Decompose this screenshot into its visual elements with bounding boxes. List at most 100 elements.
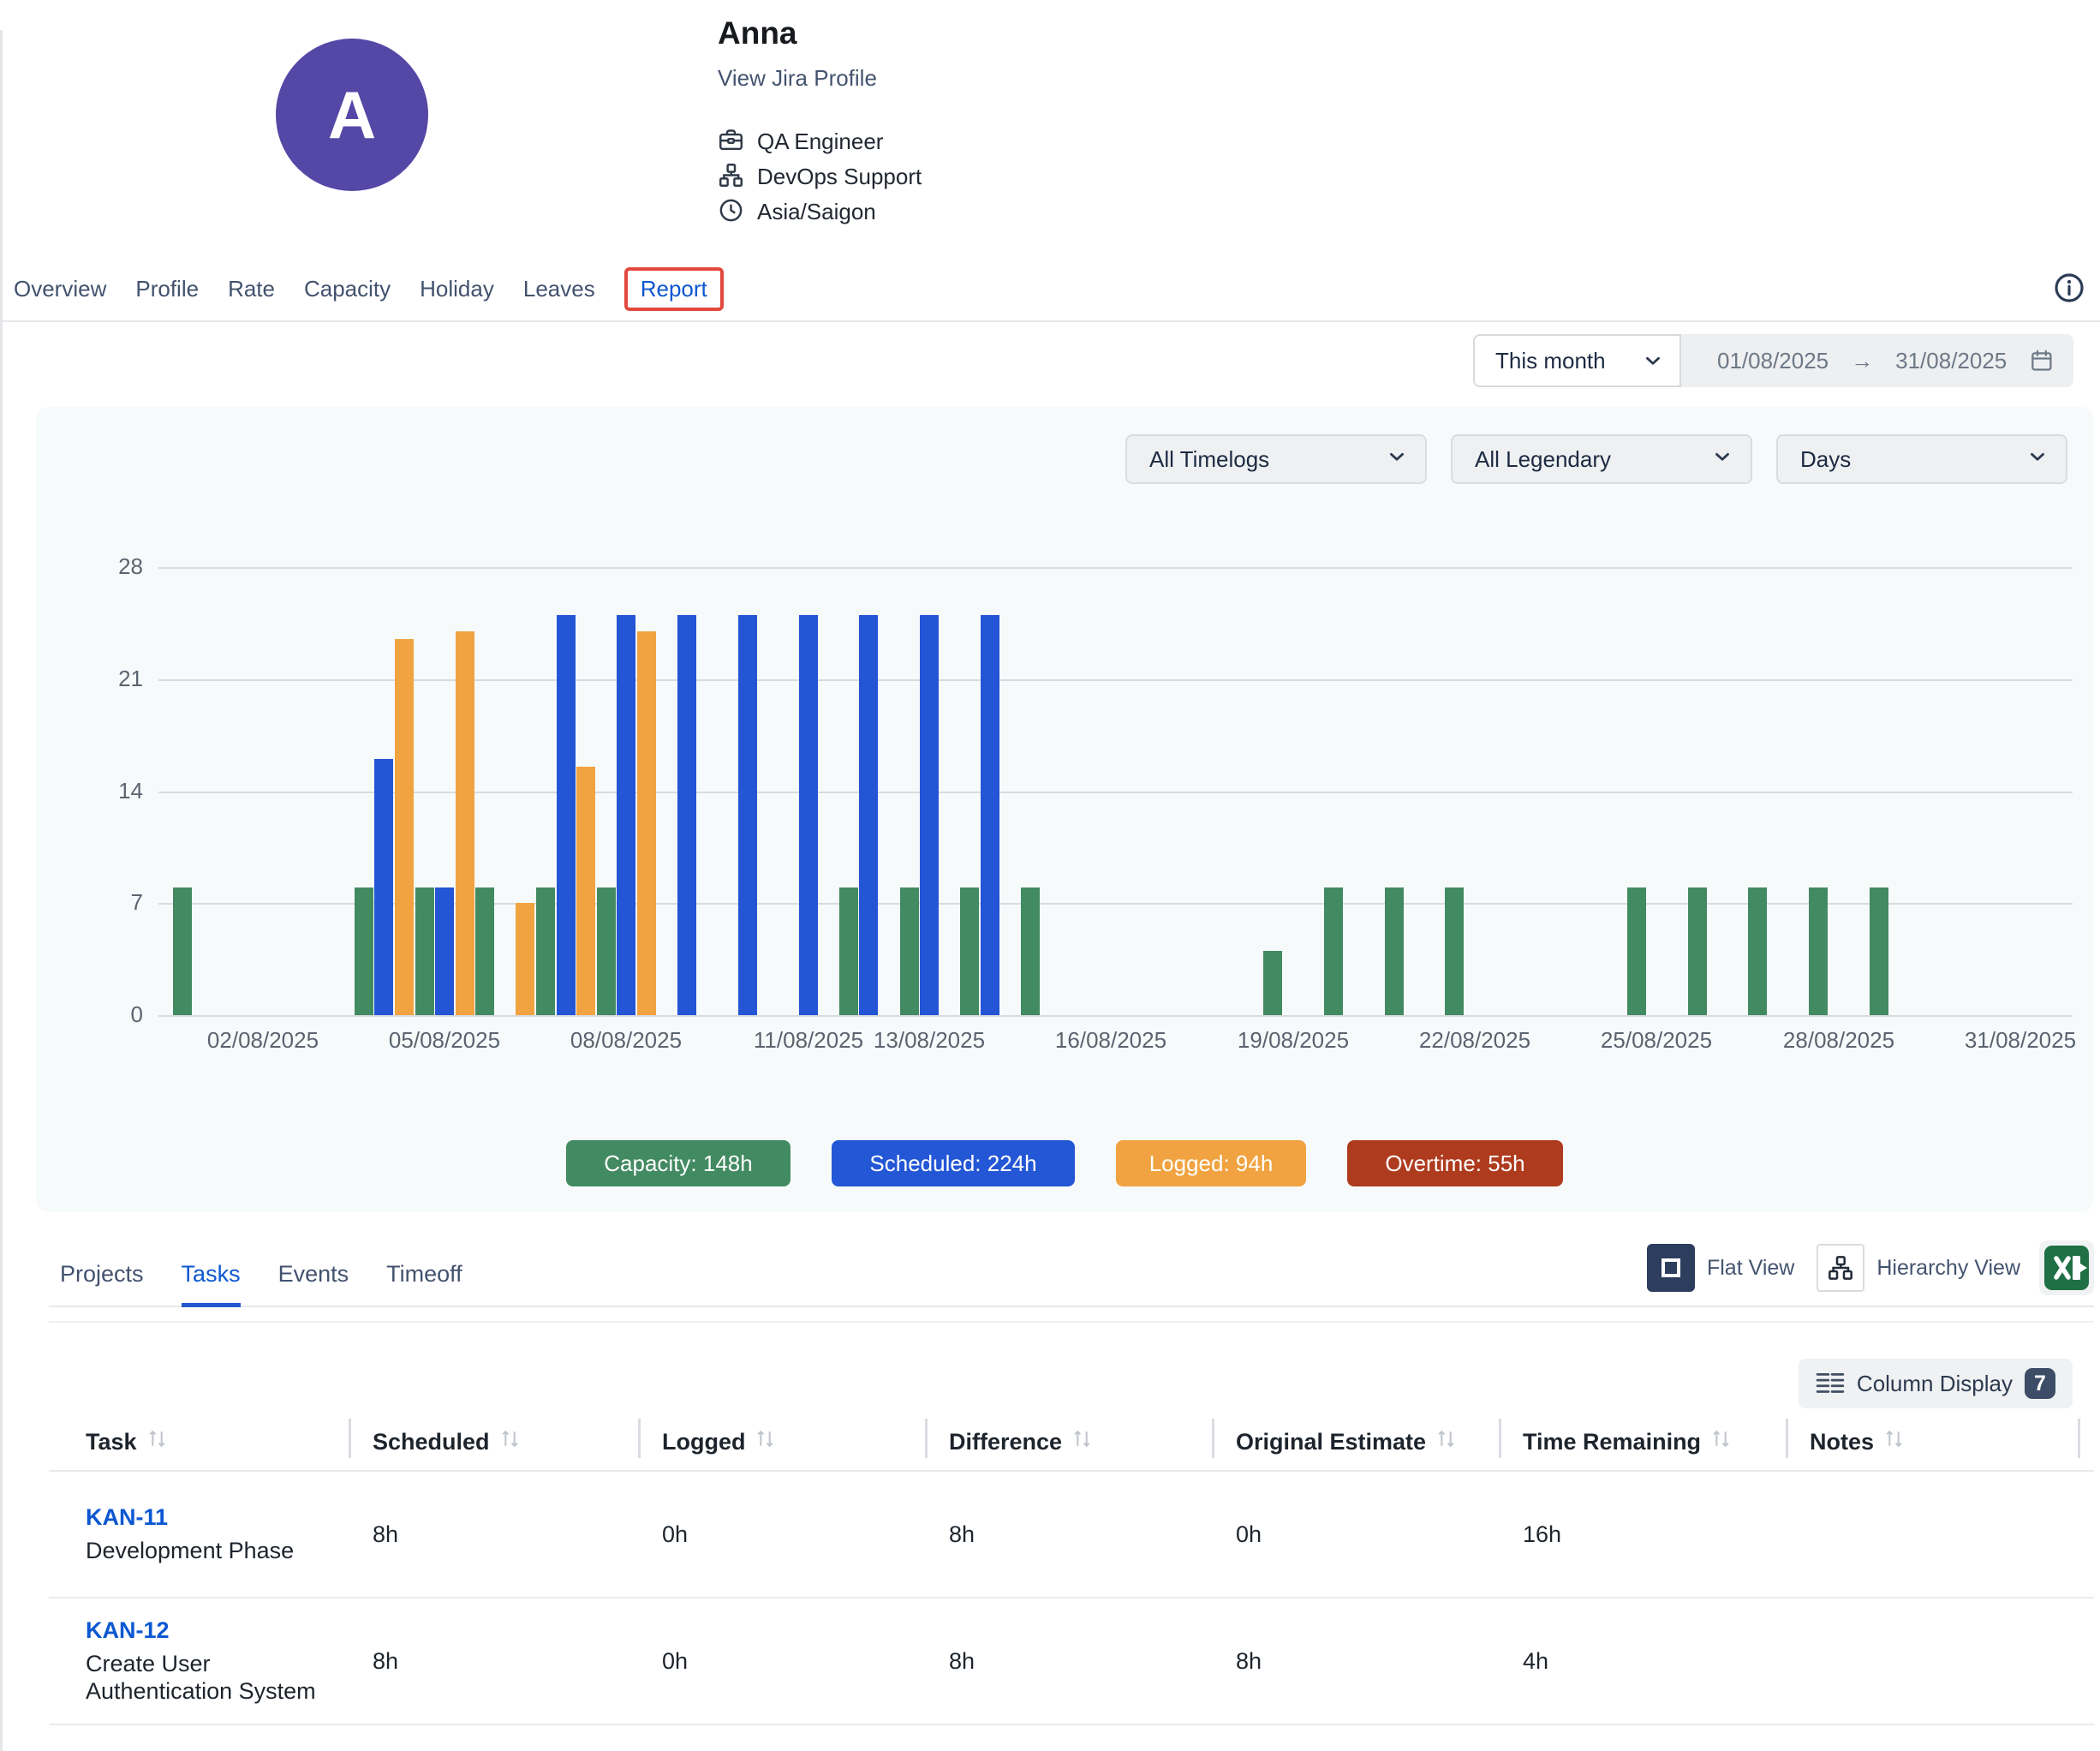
- date-preset-select[interactable]: This month: [1473, 334, 1681, 387]
- bar-scheduled-day14[interactable]: [981, 615, 999, 1015]
- nav-tab-bar: Overview Profile Rate Capacity Holiday Leaves…: [0, 257, 2100, 322]
- x-axis-label: 19/08/2025: [1220, 1027, 1366, 1054]
- date-range-input[interactable]: 01/08/2025 → 31/08/2025: [1681, 334, 2073, 387]
- tab-overview[interactable]: Overview: [14, 276, 106, 302]
- column-display-button[interactable]: Column Display 7: [1799, 1359, 2073, 1408]
- bar-scheduled-day5[interactable]: [435, 887, 454, 1015]
- sort-icon[interactable]: [755, 1427, 775, 1456]
- legend-capacity-button[interactable]: Capacity: 148h: [566, 1140, 790, 1186]
- x-axis-label: 02/08/2025: [190, 1027, 336, 1054]
- sort-icon[interactable]: [1072, 1427, 1092, 1456]
- original-estimate-cell: 0h: [1212, 1521, 1499, 1548]
- bar-capacity-day6[interactable]: [475, 887, 494, 1015]
- bar-capacity-day7[interactable]: [536, 887, 555, 1015]
- bar-capacity-day21[interactable]: [1385, 887, 1404, 1015]
- column-display-label: Column Display: [1857, 1371, 2013, 1397]
- column-header-notes[interactable]: Notes: [1786, 1413, 2082, 1470]
- legend-overtime-button[interactable]: Overtime: 55h: [1347, 1140, 1563, 1186]
- chart-filter-value: Days: [1800, 446, 1851, 473]
- tab-timeoff[interactable]: Timeoff: [386, 1261, 462, 1306]
- bar-capacity-day26[interactable]: [1688, 887, 1707, 1015]
- bar-logged-day4[interactable]: [395, 639, 414, 1015]
- y-axis-label: 21: [62, 666, 143, 692]
- original-estimate-cell: 8h: [1212, 1648, 1499, 1675]
- bar-logged-day7[interactable]: [576, 767, 595, 1015]
- bar-capacity-day15[interactable]: [1021, 887, 1040, 1015]
- bar-capacity-day12[interactable]: [839, 887, 858, 1015]
- chart-filter-days[interactable]: Days: [1776, 434, 2067, 484]
- y-axis-label: 7: [62, 889, 143, 916]
- x-axis-label: 31/08/2025: [1948, 1027, 2093, 1054]
- column-header-original-estimate[interactable]: Original Estimate: [1212, 1413, 1499, 1470]
- hierarchy-view-button[interactable]: [1817, 1244, 1864, 1292]
- y-axis-label: 14: [62, 778, 143, 804]
- bar-capacity-day27[interactable]: [1748, 887, 1767, 1015]
- bar-capacity-day14[interactable]: [960, 887, 979, 1015]
- bar-logged-day6[interactable]: [516, 903, 534, 1015]
- column-header-time-remaining[interactable]: Time Remaining: [1499, 1413, 1786, 1470]
- view-jira-profile-link[interactable]: View Jira Profile: [718, 65, 922, 92]
- sort-icon[interactable]: [1436, 1427, 1456, 1456]
- bar-scheduled-day8[interactable]: [617, 615, 635, 1015]
- legend-scheduled-button[interactable]: Scheduled: 224h: [832, 1140, 1075, 1186]
- bar-scheduled-day7[interactable]: [557, 615, 576, 1015]
- task-key-link[interactable]: KAN-12: [86, 1617, 349, 1644]
- bar-capacity-day1[interactable]: [173, 887, 192, 1015]
- profile-meta-row: QA Engineer: [718, 124, 922, 159]
- column-header-task[interactable]: Task: [49, 1413, 349, 1470]
- x-axis-label: 22/08/2025: [1402, 1027, 1548, 1054]
- tab-rate[interactable]: Rate: [228, 276, 275, 302]
- task-key-link[interactable]: KAN-11: [86, 1504, 349, 1531]
- tab-report[interactable]: Report: [624, 267, 724, 311]
- task-cell: KAN-11Development Phase: [49, 1504, 349, 1565]
- tab-profile[interactable]: Profile: [135, 276, 199, 302]
- timelog-chart-card: All TimelogsAll LegendaryDays 0714212802…: [36, 407, 2093, 1212]
- profile-meta-label: DevOps Support: [757, 164, 922, 190]
- excel-export-button[interactable]: [2039, 1240, 2094, 1295]
- column-header-label: Time Remaining: [1523, 1429, 1701, 1455]
- sort-icon[interactable]: [147, 1427, 167, 1456]
- legend-logged-button[interactable]: Logged: 94h: [1116, 1140, 1306, 1186]
- sort-icon[interactable]: [1884, 1427, 1904, 1456]
- bar-capacity-day28[interactable]: [1809, 887, 1828, 1015]
- bar-scheduled-day9[interactable]: [677, 615, 696, 1015]
- bar-capacity-day8[interactable]: [597, 887, 616, 1015]
- info-button[interactable]: [2050, 269, 2088, 307]
- column-header-logged[interactable]: Logged: [638, 1413, 925, 1470]
- bar-capacity-day19[interactable]: [1263, 951, 1282, 1015]
- tab-holiday[interactable]: Holiday: [420, 276, 494, 302]
- bar-capacity-day25[interactable]: [1627, 887, 1646, 1015]
- tab-projects[interactable]: Projects: [60, 1261, 144, 1306]
- column-header-difference[interactable]: Difference: [925, 1413, 1212, 1470]
- bar-scheduled-day11[interactable]: [799, 615, 818, 1015]
- bar-scheduled-day12[interactable]: [859, 615, 878, 1015]
- bar-capacity-day13[interactable]: [900, 887, 919, 1015]
- tab-capacity[interactable]: Capacity: [304, 276, 391, 302]
- column-header-scheduled[interactable]: Scheduled: [349, 1413, 638, 1470]
- chart-filter-all-timelogs[interactable]: All Timelogs: [1125, 434, 1427, 484]
- tab-tasks[interactable]: Tasks: [182, 1261, 241, 1307]
- hierarchy-view-label: Hierarchy View: [1876, 1256, 2020, 1281]
- flat-view-button[interactable]: [1647, 1244, 1695, 1292]
- bar-capacity-day5[interactable]: [415, 887, 434, 1015]
- profile-info: Anna View Jira Profile QA EngineerDevOps…: [718, 15, 922, 230]
- tab-leaves[interactable]: Leaves: [523, 276, 595, 302]
- bar-capacity-day4[interactable]: [355, 887, 373, 1015]
- bar-logged-day8[interactable]: [637, 631, 656, 1015]
- bar-scheduled-day4[interactable]: [374, 759, 393, 1015]
- bar-capacity-day29[interactable]: [1870, 887, 1888, 1015]
- profile-meta-label: QA Engineer: [757, 128, 883, 155]
- date-controls-row: This month 01/08/2025 → 31/08/2025: [0, 334, 2100, 387]
- chart-filter-all-legendary[interactable]: All Legendary: [1451, 434, 1752, 484]
- sort-icon[interactable]: [500, 1427, 520, 1456]
- bar-capacity-day22[interactable]: [1445, 887, 1464, 1015]
- tab-events[interactable]: Events: [278, 1261, 349, 1306]
- sort-icon[interactable]: [1711, 1427, 1731, 1456]
- bar-logged-day5[interactable]: [456, 631, 474, 1015]
- org-chart-icon: [1827, 1254, 1854, 1282]
- profile-meta-row: DevOps Support: [718, 159, 922, 194]
- bar-scheduled-day13[interactable]: [920, 615, 939, 1015]
- bar-capacity-day20[interactable]: [1324, 887, 1343, 1015]
- view-toggles: Flat View Hierarchy View: [1647, 1240, 2094, 1306]
- bar-scheduled-day10[interactable]: [738, 615, 757, 1015]
